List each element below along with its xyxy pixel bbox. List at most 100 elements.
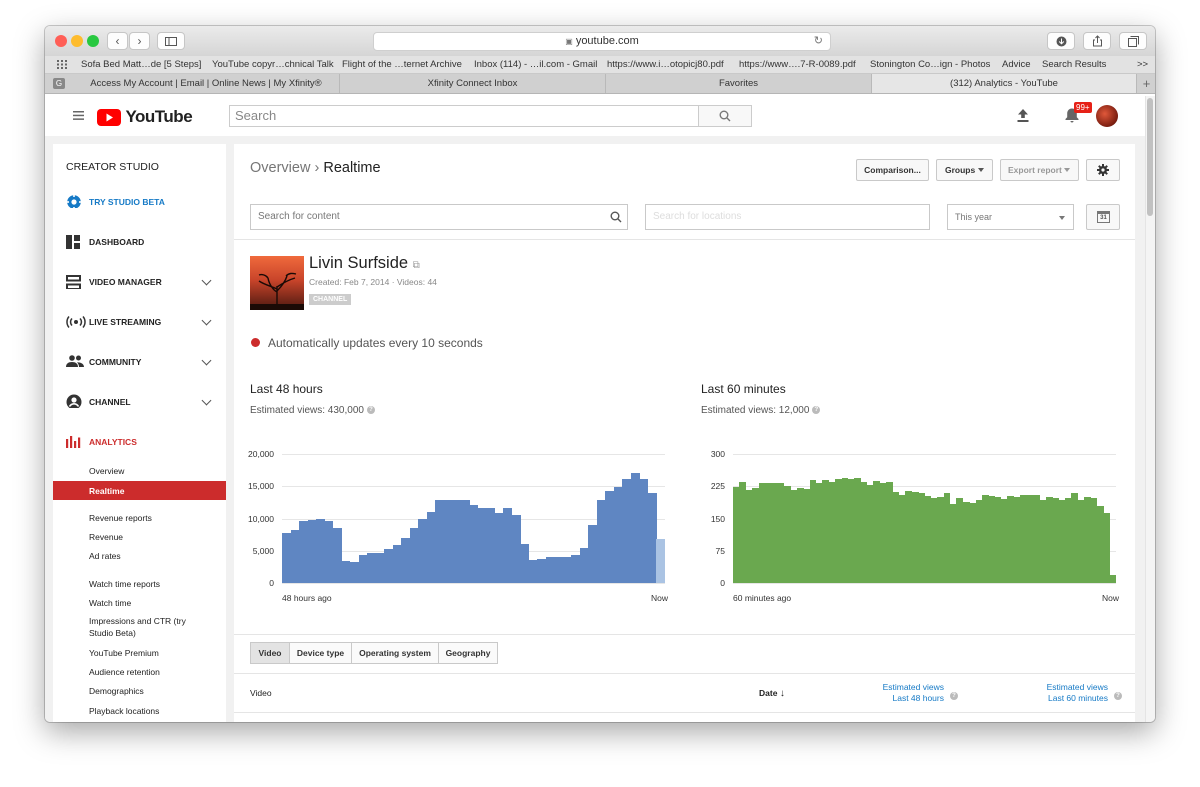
sidebar-sub-demographics[interactable]: Demographics [89, 686, 144, 696]
sidebar-sub-impressions-cont[interactable]: Studio Beta) [89, 628, 136, 638]
breadcrumb-overview[interactable]: Overview [250, 160, 310, 176]
favorite-link[interactable]: Search Results [1042, 59, 1106, 70]
browser-tab[interactable]: Access My Account | Email | Online News … [73, 74, 340, 93]
chart-bar[interactable] [1109, 575, 1117, 583]
menu-icon[interactable] [73, 111, 84, 120]
help-icon[interactable]: ? [1114, 692, 1122, 700]
downloads-button[interactable] [1047, 32, 1075, 50]
left-chart-summary: Estimated views: 430,000? [250, 405, 375, 416]
sidebar-sub-revenue-reports[interactable]: Revenue reports [89, 513, 152, 523]
col-video-header: Video [250, 688, 272, 698]
search-content-input[interactable]: Search for content [250, 204, 628, 230]
x-axis-start-label: 48 hours ago [282, 593, 332, 603]
avatar[interactable] [1096, 105, 1118, 127]
export-report-button[interactable]: Export report [1000, 159, 1079, 181]
sidebar-sub-realtime-active[interactable] [53, 481, 226, 500]
chevron-right-icon: › [137, 34, 142, 48]
col-60m-header[interactable]: Estimated views Last 60 minutes [998, 682, 1108, 704]
chart-bar[interactable] [1103, 513, 1110, 583]
sidebar-item-channel[interactable]: CHANNEL [89, 397, 131, 407]
favorite-link[interactable]: Sofa Bed Matt…de [5 Steps] [81, 59, 201, 70]
minimize-window-button[interactable] [71, 35, 83, 47]
search-input[interactable]: Search [229, 105, 699, 127]
sidebar-sub-youtube-premium[interactable]: YouTube Premium [89, 648, 159, 658]
sidebar-sub-revenue[interactable]: Revenue [89, 532, 123, 542]
sidebar-sub-playback-locations[interactable]: Playback locations [89, 706, 159, 716]
sidebar-sub-audience-retention[interactable]: Audience retention [89, 667, 160, 677]
tab-favicon: G [53, 78, 65, 89]
youtube-logo[interactable]: YouTube [97, 107, 193, 127]
share-button[interactable] [1083, 32, 1111, 50]
browser-tab-active[interactable]: (312) Analytics - YouTube [872, 74, 1137, 93]
comparison-button[interactable]: Comparison... [856, 159, 929, 181]
help-icon[interactable]: ? [812, 406, 821, 415]
help-icon[interactable]: ? [950, 692, 958, 700]
favorite-link[interactable]: YouTube copyr…chnical Talk [212, 59, 334, 70]
period-select[interactable]: This year [947, 204, 1074, 230]
settings-button[interactable] [1086, 159, 1120, 181]
sidebar-item-dashboard[interactable]: DASHBOARD [89, 237, 144, 247]
tabs-overview-button[interactable] [1119, 32, 1147, 50]
address-bar[interactable]: ▣ youtube.com ↻ [373, 32, 831, 51]
forward-button[interactable]: › [129, 32, 150, 50]
sidebar-item-live-streaming[interactable]: LIVE STREAMING [89, 317, 161, 327]
calendar-button[interactable]: 31 [1086, 204, 1120, 230]
reload-icon[interactable]: ↻ [814, 33, 823, 50]
chart-gridline [282, 486, 665, 488]
external-link-icon[interactable]: ⧉ [413, 260, 420, 271]
try-studio-beta-link[interactable]: TRY STUDIO BETA [89, 197, 165, 207]
browser-tab[interactable]: Xfinity Connect Inbox [340, 74, 606, 93]
notifications-button[interactable]: 99+ [1064, 102, 1092, 129]
sidebar-sub-watch-time[interactable]: Watch time [89, 598, 131, 608]
x-axis-end-label: Now [1102, 593, 1120, 603]
upload-icon[interactable] [1016, 108, 1030, 123]
help-icon[interactable]: ? [366, 406, 375, 415]
browser-window: ‹ › ▣ youtube.com ↻ Sofa Bed Matt…de [5 … [45, 26, 1155, 722]
chevron-down-icon[interactable] [201, 275, 212, 286]
groups-button[interactable]: Groups [936, 159, 993, 181]
zoom-window-button[interactable] [87, 35, 99, 47]
search-icon [719, 110, 731, 122]
chart-bar[interactable] [656, 539, 666, 583]
search-button[interactable] [698, 105, 752, 127]
tab-device-type[interactable]: Device type [289, 642, 352, 664]
col-date-header[interactable]: Date ↓ [759, 688, 785, 699]
sidebar-sub-overview[interactable]: Overview [89, 466, 124, 476]
sidebar-icon [165, 37, 177, 46]
channel-name[interactable]: Livin Surfside ⧉ [309, 254, 420, 273]
caret-down-icon [1059, 216, 1065, 220]
favorite-link[interactable]: https://www.i…otopicj80.pdf [607, 59, 724, 70]
sidebar-sub-impressions[interactable]: Impressions and CTR (try [89, 616, 186, 626]
sidebar-toggle-button[interactable] [157, 32, 185, 50]
search-icon[interactable] [610, 211, 622, 223]
sidebar-sub-realtime[interactable]: Realtime [89, 486, 124, 496]
tab-video[interactable]: Video [250, 642, 290, 664]
right-estimated-views: Estimated views: 12,000 [701, 405, 810, 416]
grid-icon[interactable] [57, 60, 69, 69]
sidebar-sub-watch-time-reports[interactable]: Watch time reports [89, 579, 160, 589]
favorite-link[interactable]: Inbox (114) - …il.com - Gmail [474, 59, 597, 70]
search-locations-input[interactable]: Search for locations [645, 204, 930, 230]
sidebar-item-analytics[interactable]: ANALYTICS [89, 437, 137, 447]
chevron-down-icon[interactable] [201, 355, 212, 366]
scrollbar-thumb[interactable] [1147, 98, 1153, 216]
chevron-down-icon[interactable] [201, 315, 212, 326]
favorite-link[interactable]: Stonington Co…ign - Photos [870, 59, 990, 70]
new-tab-button[interactable]: + [1138, 74, 1155, 93]
favorite-link[interactable]: Advice [1002, 59, 1031, 70]
tab-geography[interactable]: Geography [438, 642, 498, 664]
favorite-link[interactable]: Flight of the …ternet Archive [342, 59, 462, 70]
browser-tab[interactable]: Favorites [606, 74, 872, 93]
channel-thumbnail[interactable] [250, 256, 304, 310]
close-window-button[interactable] [55, 35, 67, 47]
favorite-link[interactable]: https://www….7-R-0089.pdf [739, 59, 856, 70]
tab-operating-system[interactable]: Operating system [351, 642, 439, 664]
sidebar-item-community[interactable]: COMMUNITY [89, 357, 141, 367]
col-48h-header[interactable]: Estimated views Last 48 hours [834, 682, 944, 704]
back-button[interactable]: ‹ [107, 32, 128, 50]
sidebar-sub-ad-rates[interactable]: Ad rates [89, 551, 121, 561]
more-favorites-button[interactable]: >> [1137, 59, 1148, 70]
y-tick-label: 15,000 [248, 481, 274, 492]
chevron-down-icon[interactable] [201, 395, 212, 406]
sidebar-item-video-manager[interactable]: VIDEO MANAGER [89, 277, 162, 287]
